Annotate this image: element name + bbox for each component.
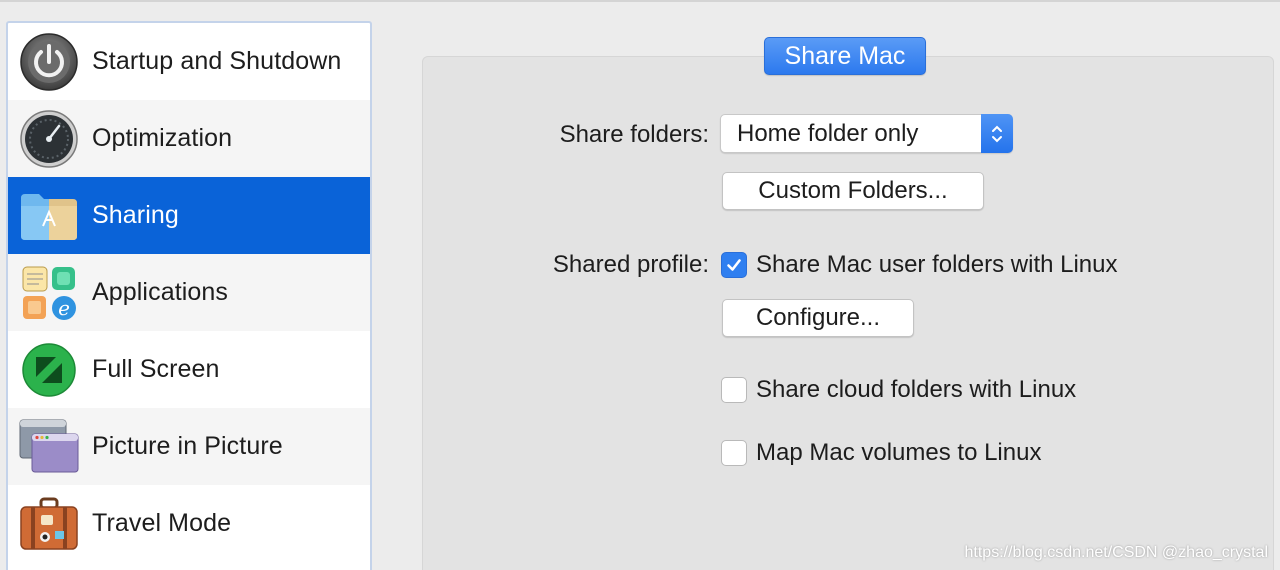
- share-user-folders-row[interactable]: Share Mac user folders with Linux: [721, 251, 1118, 279]
- picture-in-picture-icon: [18, 416, 80, 478]
- sidebar-item-travel-mode[interactable]: Travel Mode: [8, 485, 370, 562]
- sidebar-item-picture-in-picture[interactable]: Picture in Picture: [8, 408, 370, 485]
- tab-share-mac[interactable]: Share Mac: [764, 37, 926, 75]
- shared-profile-label: Shared profile:: [552, 251, 709, 278]
- window-top-border: [0, 0, 1280, 2]
- suitcase-icon: [18, 493, 80, 555]
- sidebar-item-applications[interactable]: e Applications: [8, 254, 370, 331]
- svg-text:e: e: [58, 296, 70, 320]
- share-cloud-folders-label: Share cloud folders with Linux: [756, 376, 1077, 403]
- share-cloud-folders-row[interactable]: Share cloud folders with Linux: [721, 376, 1076, 404]
- sidebar-item-label: Startup and Shutdown: [92, 47, 342, 75]
- sidebar: Startup and Shutdown Optimization Sharin: [6, 21, 372, 570]
- sidebar-item-optimization[interactable]: Optimization: [8, 100, 370, 177]
- watermark: https://blog.csdn.net/CSDN @zhao_crystal: [964, 544, 1269, 561]
- map-mac-volumes-checkbox[interactable]: [721, 440, 747, 466]
- sidebar-item-startup-and-shutdown[interactable]: Startup and Shutdown: [8, 23, 370, 100]
- power-icon: [18, 31, 80, 93]
- custom-folders-button[interactable]: Custom Folders...: [722, 172, 984, 210]
- shared-folder-icon: [18, 185, 80, 247]
- sidebar-item-full-screen[interactable]: Full Screen: [8, 331, 370, 408]
- share-folders-select[interactable]: Home folder only: [720, 114, 1013, 153]
- sidebar-item-label: Optimization: [92, 124, 233, 152]
- sidebar-item-label: Full Screen: [92, 355, 220, 383]
- sidebar-item-sharing[interactable]: Sharing: [8, 177, 370, 254]
- share-user-folders-label: Share Mac user folders with Linux: [756, 251, 1118, 278]
- chevron-up-down-icon: [981, 114, 1013, 153]
- speedometer-icon: [18, 108, 80, 170]
- fullscreen-icon: [18, 339, 80, 401]
- sidebar-item-label: Travel Mode: [92, 509, 232, 537]
- map-mac-volumes-row[interactable]: Map Mac volumes to Linux: [721, 439, 1041, 467]
- sidebar-item-label: Applications: [92, 278, 229, 306]
- share-folders-label: Share folders:: [559, 121, 709, 148]
- sidebar-item-label: Sharing: [92, 201, 179, 229]
- share-user-folders-checkbox[interactable]: [721, 252, 747, 278]
- map-mac-volumes-label: Map Mac volumes to Linux: [756, 439, 1042, 466]
- share-folders-value: Home folder only: [737, 119, 919, 147]
- sidebar-item-label: Picture in Picture: [92, 432, 283, 460]
- share-cloud-folders-checkbox[interactable]: [721, 377, 747, 403]
- applications-icon: e: [18, 262, 80, 324]
- configure-button[interactable]: Configure...: [722, 299, 914, 337]
